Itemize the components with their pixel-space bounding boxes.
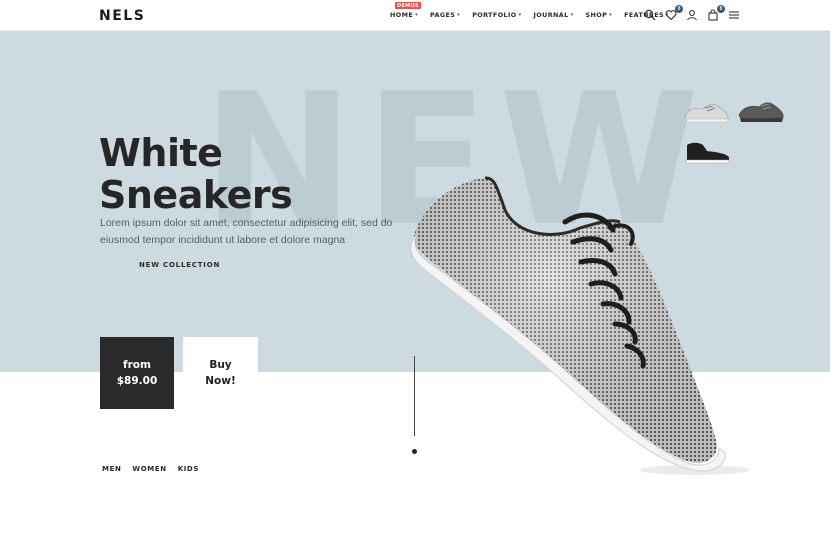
category-links: MEN WOMEN KIDS <box>102 465 199 473</box>
main-navigation: DEMOS HOME ▾ PAGES ▾ PORTFOLIO ▾ JOURNAL… <box>390 2 669 19</box>
shopping-bag-icon[interactable]: 0 <box>706 5 725 22</box>
chevron-down-icon: ▾ <box>609 12 613 18</box>
category-women[interactable]: WOMEN <box>132 465 166 473</box>
dark-grey-sneaker-thumbnail[interactable] <box>735 97 785 125</box>
price-prefix: from <box>123 359 151 371</box>
chevron-down-icon: ▾ <box>570 12 574 18</box>
buy-label: Buy <box>209 359 232 371</box>
nav-item-label: PAGES <box>430 11 456 19</box>
hero-subtitle: Lorem ipsum dolor sit amet, consectetur … <box>100 217 393 246</box>
nav-item-label: SHOP <box>585 11 608 19</box>
hamburger-menu-icon[interactable] <box>727 8 741 22</box>
heart-icon[interactable]: 0 <box>664 5 683 22</box>
chevron-down-icon: ▾ <box>457 12 461 18</box>
search-icon[interactable] <box>643 8 657 22</box>
header-icons: 0 0 <box>643 5 741 22</box>
nav-item-label: HOME <box>390 11 414 19</box>
site-logo[interactable]: NELS <box>99 8 145 24</box>
nav-item-journal[interactable]: JOURNAL ▾ <box>534 11 574 19</box>
hero-title-line: White <box>99 131 223 175</box>
nav-item-portfolio[interactable]: PORTFOLIO ▾ <box>472 11 521 19</box>
user-icon[interactable] <box>685 8 699 22</box>
price-box: from $89.00 <box>100 337 174 409</box>
nav-item-label: PORTFOLIO <box>472 11 517 19</box>
nav-item-label: JOURNAL <box>533 11 569 19</box>
nav-item-pages[interactable]: PAGES ▾ <box>430 11 460 19</box>
site-header: NELS DEMOS HOME ▾ PAGES ▾ PORTFOLIO ▾ JO… <box>0 0 830 31</box>
slider-dot[interactable] <box>412 449 417 454</box>
white-sneaker-thumbnail[interactable] <box>681 97 731 125</box>
hero-title-line: Sneakers <box>99 173 293 217</box>
black-high-top-thumbnail[interactable] <box>681 137 731 165</box>
demos-badge: DEMOS <box>395 2 421 9</box>
white-sneaker-product-image <box>410 176 750 475</box>
nav-item-shop[interactable]: SHOP ▾ <box>586 11 613 19</box>
wishlist-count: 0 <box>675 5 683 13</box>
hero-title: White Sneakers <box>99 131 293 217</box>
product-thumbnails <box>681 97 830 177</box>
buy-label: Now! <box>205 375 236 387</box>
category-kids[interactable]: KIDS <box>178 465 199 473</box>
buy-now-button[interactable]: Buy Now! <box>183 337 258 409</box>
category-men[interactable]: MEN <box>102 465 121 473</box>
chevron-down-icon: ▾ <box>518 12 522 18</box>
price-value: $89.00 <box>116 375 158 387</box>
slider-progress-line <box>414 356 415 436</box>
cart-count: 0 <box>717 5 725 13</box>
chevron-down-icon: ▾ <box>415 12 419 18</box>
nav-item-home[interactable]: DEMOS HOME ▾ <box>390 2 421 19</box>
new-collection-link[interactable]: NEW COLLECTION <box>139 261 220 269</box>
